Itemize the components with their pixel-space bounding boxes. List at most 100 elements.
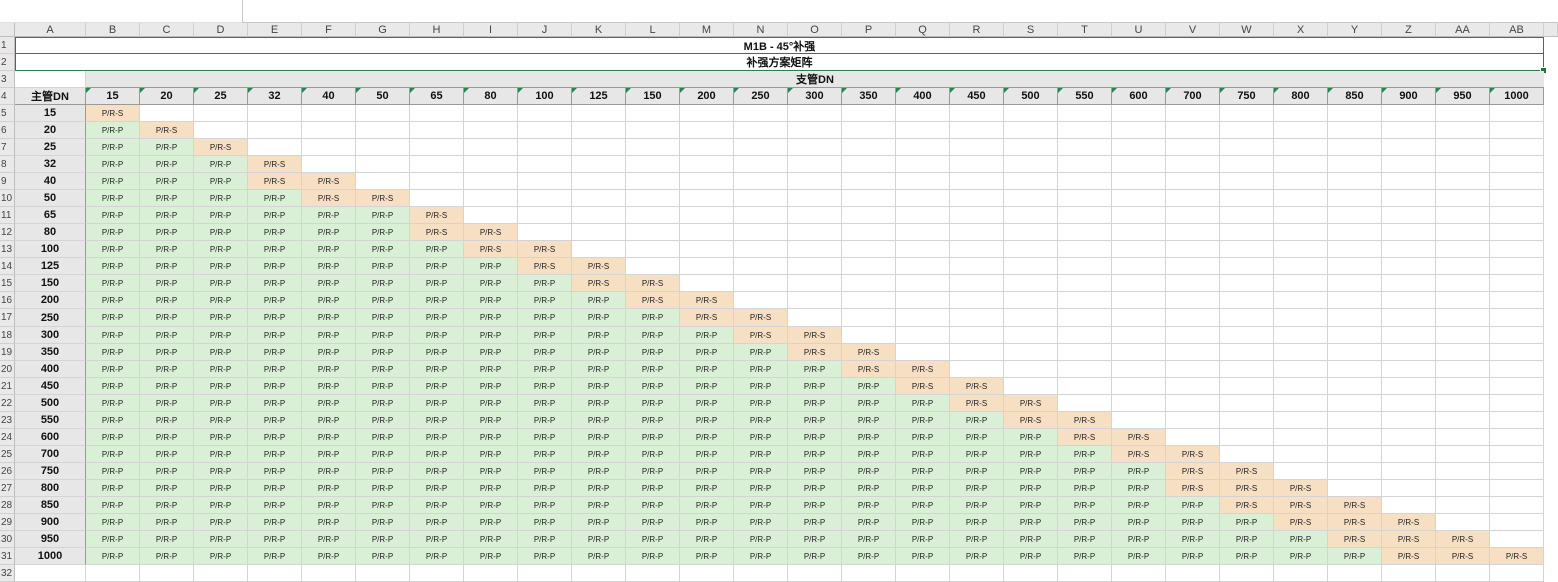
matrix-cell[interactable] [1220, 105, 1274, 122]
matrix-cell[interactable]: P/R-S [1382, 531, 1436, 548]
matrix-cell[interactable] [1382, 258, 1436, 275]
matrix-cell[interactable] [1382, 361, 1436, 378]
matrix-cell[interactable]: P/R-P [788, 514, 842, 531]
matrix-cell[interactable]: P/R-P [626, 395, 680, 412]
main-size-header[interactable]: 100 [15, 241, 86, 258]
matrix-cell[interactable] [1436, 224, 1490, 241]
column-header-I[interactable]: I [464, 23, 518, 37]
matrix-cell[interactable] [1490, 173, 1544, 190]
matrix-cell[interactable]: P/R-P [464, 395, 518, 412]
matrix-cell[interactable] [302, 139, 356, 156]
matrix-cell[interactable]: P/R-P [518, 292, 572, 309]
matrix-cell[interactable] [1220, 275, 1274, 292]
matrix-cell[interactable]: P/R-P [1004, 548, 1058, 565]
matrix-cell[interactable]: P/R-P [572, 548, 626, 565]
matrix-cell[interactable]: P/R-P [140, 531, 194, 548]
matrix-cell[interactable] [1490, 514, 1544, 531]
matrix-cell[interactable]: P/R-P [842, 463, 896, 480]
row-header-5[interactable]: 5 [0, 105, 15, 122]
matrix-cell[interactable]: P/R-P [842, 497, 896, 514]
main-size-header[interactable]: 600 [15, 429, 86, 446]
matrix-cell[interactable]: P/R-P [572, 361, 626, 378]
matrix-cell[interactable] [572, 207, 626, 224]
matrix-cell[interactable] [1166, 412, 1220, 429]
matrix-cell[interactable]: P/R-P [1274, 548, 1328, 565]
matrix-cell[interactable] [1328, 105, 1382, 122]
matrix-cell[interactable]: P/R-P [86, 327, 140, 344]
matrix-cell[interactable] [1274, 395, 1328, 412]
matrix-cell[interactable]: P/R-P [140, 275, 194, 292]
matrix-cell[interactable]: P/R-P [734, 548, 788, 565]
matrix-cell[interactable] [248, 122, 302, 139]
matrix-cell[interactable] [1166, 156, 1220, 173]
matrix-cell[interactable] [1274, 429, 1328, 446]
matrix-cell[interactable]: P/R-P [194, 292, 248, 309]
matrix-cell[interactable] [896, 344, 950, 361]
matrix-cell[interactable]: P/R-P [626, 378, 680, 395]
matrix-cell[interactable] [788, 105, 842, 122]
column-header-B[interactable]: B [86, 23, 140, 37]
matrix-cell[interactable] [950, 122, 1004, 139]
matrix-cell[interactable]: P/R-P [950, 514, 1004, 531]
matrix-cell[interactable]: P/R-P [680, 497, 734, 514]
matrix-cell[interactable] [1004, 378, 1058, 395]
matrix-cell[interactable]: P/R-S [194, 139, 248, 156]
branch-size-header[interactable]: 40 [302, 88, 356, 105]
row-header-22[interactable]: 22 [0, 395, 15, 412]
matrix-cell[interactable] [1274, 275, 1328, 292]
matrix-cell[interactable]: P/R-P [302, 497, 356, 514]
matrix-cell[interactable]: P/R-P [518, 531, 572, 548]
title-cell[interactable]: M1B - 45°补强 [15, 37, 1544, 54]
matrix-cell[interactable]: P/R-P [788, 412, 842, 429]
matrix-cell[interactable] [1058, 395, 1112, 412]
matrix-cell[interactable] [1112, 344, 1166, 361]
matrix-cell[interactable] [1058, 378, 1112, 395]
branch-size-header[interactable]: 100 [518, 88, 572, 105]
row-header-3[interactable]: 3 [0, 71, 15, 88]
matrix-cell[interactable] [734, 207, 788, 224]
matrix-cell[interactable]: P/R-P [464, 292, 518, 309]
matrix-cell[interactable]: P/R-P [248, 378, 302, 395]
branch-size-header[interactable]: 25 [194, 88, 248, 105]
matrix-cell[interactable] [1382, 327, 1436, 344]
matrix-cell[interactable] [1490, 463, 1544, 480]
matrix-cell[interactable]: P/R-P [788, 480, 842, 497]
row-header-16[interactable]: 16 [0, 292, 15, 309]
matrix-cell[interactable] [1220, 361, 1274, 378]
matrix-cell[interactable]: P/R-P [248, 497, 302, 514]
matrix-cell[interactable]: P/R-P [950, 412, 1004, 429]
matrix-cell[interactable] [1328, 446, 1382, 463]
column-header-J[interactable]: J [518, 23, 572, 37]
matrix-cell[interactable]: P/R-P [86, 514, 140, 531]
branch-size-header[interactable]: 15 [86, 88, 140, 105]
matrix-cell[interactable] [896, 241, 950, 258]
column-header-A[interactable]: A [15, 23, 86, 37]
matrix-cell[interactable]: P/R-P [410, 514, 464, 531]
matrix-cell[interactable] [1220, 173, 1274, 190]
matrix-cell[interactable] [1112, 105, 1166, 122]
matrix-cell[interactable]: P/R-P [572, 327, 626, 344]
matrix-cell[interactable]: P/R-P [464, 361, 518, 378]
matrix-cell[interactable] [1112, 327, 1166, 344]
matrix-cell[interactable] [248, 105, 302, 122]
matrix-cell[interactable]: P/R-P [1220, 548, 1274, 565]
matrix-cell[interactable]: P/R-P [410, 429, 464, 446]
matrix-cell[interactable] [1328, 378, 1382, 395]
matrix-cell[interactable] [1112, 224, 1166, 241]
matrix-cell[interactable]: P/R-P [410, 378, 464, 395]
column-header-Z[interactable]: Z [1382, 23, 1436, 37]
matrix-cell[interactable] [410, 122, 464, 139]
matrix-cell[interactable]: P/R-P [248, 275, 302, 292]
matrix-cell[interactable]: P/R-P [86, 361, 140, 378]
matrix-cell[interactable] [1490, 378, 1544, 395]
matrix-cell[interactable]: P/R-P [86, 190, 140, 207]
matrix-cell[interactable] [1004, 275, 1058, 292]
matrix-cell[interactable] [1166, 429, 1220, 446]
matrix-cell[interactable]: P/R-P [464, 378, 518, 395]
main-size-header[interactable]: 900 [15, 514, 86, 531]
matrix-cell[interactable] [950, 309, 1004, 327]
matrix-cell[interactable] [680, 224, 734, 241]
row-header-24[interactable]: 24 [0, 429, 15, 446]
matrix-cell[interactable] [1166, 241, 1220, 258]
matrix-cell[interactable]: P/R-P [950, 446, 1004, 463]
